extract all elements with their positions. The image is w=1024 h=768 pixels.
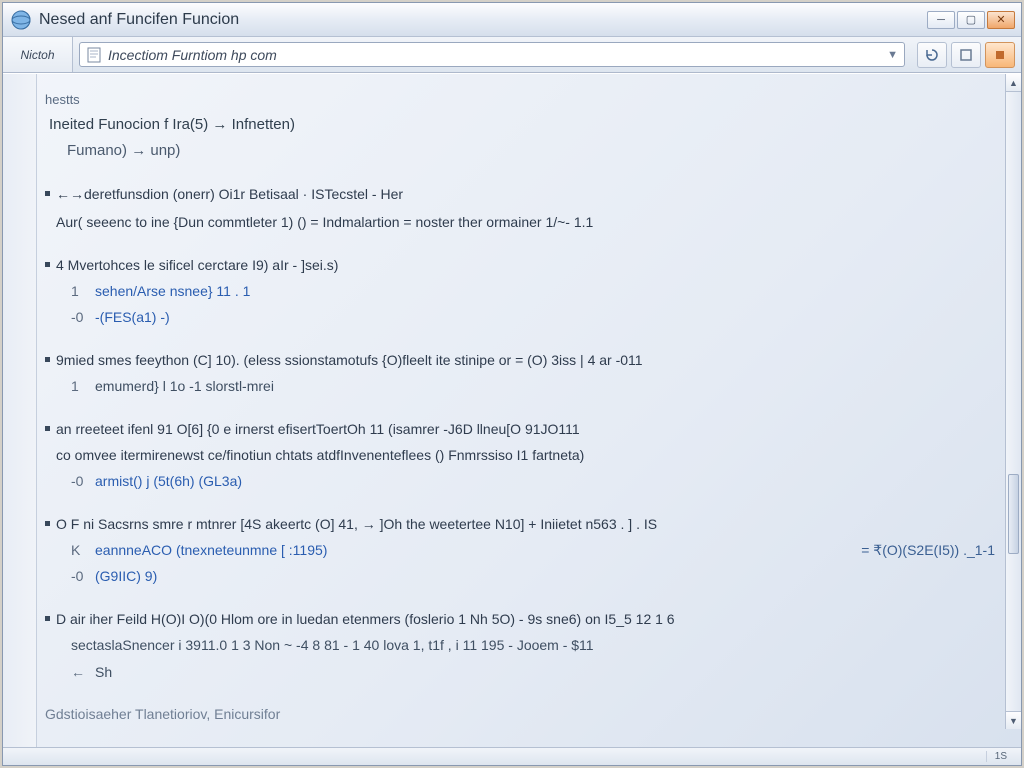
scroll-up-button[interactable]: ▲	[1006, 74, 1021, 92]
item-lead: an rreeteet ifenl 91 O[6] {0 e irnerst e…	[56, 418, 995, 440]
bullet-icon	[45, 357, 50, 362]
stop-icon	[993, 48, 1007, 62]
scroll-down-button[interactable]: ▼	[1006, 711, 1021, 729]
list-item: D air iher Feild H(O)I O)(0 Hlom ore in …	[45, 608, 995, 630]
menu-button[interactable]	[951, 42, 981, 68]
app-window: Nesed anf Funcifen Funcion ─ ▢ ✕ Nictoh …	[2, 2, 1022, 766]
code-line: = ₹(O)(S2E(I5)) ._1-1 K eannneACO (tnexn…	[45, 539, 995, 561]
page-icon	[86, 47, 102, 63]
close-button[interactable]: ✕	[987, 11, 1015, 29]
vertical-scrollbar[interactable]: ▲ ▼	[1005, 74, 1021, 729]
bullet-icon	[45, 262, 50, 267]
item-lead: D air iher Feild H(O)I O)(0 Hlom ore in …	[56, 608, 995, 630]
toolbar-tab[interactable]: Nictoh	[3, 37, 73, 72]
code-line: 1 sehen/Arse nsnee} 11 . 1	[45, 280, 995, 302]
minimize-button[interactable]: ─	[927, 11, 955, 29]
window-title: Nesed anf Funcifen Funcion	[39, 11, 239, 29]
list-item: 4 Mvertohces le sificel cerctare I9) aIr…	[45, 254, 995, 276]
item-lead: ←→deretfunsdion (onerr) Oi1r Betisaal · …	[56, 183, 995, 205]
item-subtext: co omvee itermirenewst ce/finotiun chtat…	[56, 444, 995, 466]
list-item: O F ni Sacsrns smre r mtnrer [4S akeertc…	[45, 513, 995, 535]
code-line: -0 (G9IIC) 9)	[45, 565, 995, 587]
window-buttons: ─ ▢ ✕	[927, 11, 1015, 29]
highlight-button[interactable]	[985, 42, 1015, 68]
scroll-thumb[interactable]	[1008, 474, 1019, 554]
list-item: an rreeteet ifenl 91 O[6] {0 e irnerst e…	[45, 418, 995, 467]
document-page: hestts Ineited Funocion f Ira(5) → Infne…	[15, 80, 1007, 741]
heading-line-2: Fumano) → unp)	[49, 139, 995, 163]
item-lead: O F ni Sacsrns smre r mtnrer [4S akeertc…	[56, 513, 995, 535]
item-lead: 4 Mvertohces le sificel cerctare I9) aIr…	[56, 254, 995, 276]
statusbar: 1S	[3, 747, 1021, 765]
item-subtext: Aur( seeenc to ine {Dun commtleter 1) ()…	[56, 211, 995, 233]
toolbar: Nictoh Incectiom Furntiom hp com ▼	[3, 37, 1021, 73]
status-right: 1S	[986, 751, 1015, 762]
address-dropdown-icon[interactable]: ▼	[887, 49, 898, 61]
address-bar[interactable]: Incectiom Furntiom hp com ▼	[79, 42, 905, 67]
bullet-icon	[45, 616, 50, 621]
page-kicker: hestts	[45, 90, 995, 111]
code-line: -0 -(FES(a1) -)	[45, 306, 995, 328]
content-area: hestts Ineited Funocion f Ira(5) → Infne…	[3, 73, 1021, 747]
footer-line: Gdstioisaeher Tlanetioriov, Enicursifor	[45, 703, 995, 725]
list-item: 9mied smes feeython (C] 10). (eless ssio…	[45, 349, 995, 371]
maximize-button[interactable]: ▢	[957, 11, 985, 29]
app-icon	[11, 10, 31, 30]
code-line: -0 armist() j (5t(6h) (GL3a)	[45, 470, 995, 492]
code-line: 1 emumerd} l 1o -1 slorstl-mrei	[45, 375, 995, 397]
heading-line-1: Ineited Funocion f Ira(5) → Infnetten)	[49, 113, 995, 137]
bullet-icon	[45, 521, 50, 526]
refresh-button[interactable]	[917, 42, 947, 68]
square-icon	[959, 48, 973, 62]
item-lead: 9mied smes feeython (C] 10). (eless ssio…	[56, 349, 995, 371]
bullet-icon	[45, 426, 50, 431]
refresh-icon	[924, 47, 940, 63]
bullet-icon	[45, 191, 50, 196]
address-text: Incectiom Furntiom hp com	[108, 47, 887, 63]
annotation-right: = ₹(O)(S2E(I5)) ._1-1	[861, 539, 995, 561]
code-line: sectaslaSnencer i 3911.0 1 3 Non ~ -4 8 …	[45, 634, 995, 656]
titlebar: Nesed anf Funcifen Funcion ─ ▢ ✕	[3, 3, 1021, 37]
list-item: ←→deretfunsdion (onerr) Oi1r Betisaal · …	[45, 183, 995, 234]
code-line: ← Sh	[45, 661, 995, 683]
